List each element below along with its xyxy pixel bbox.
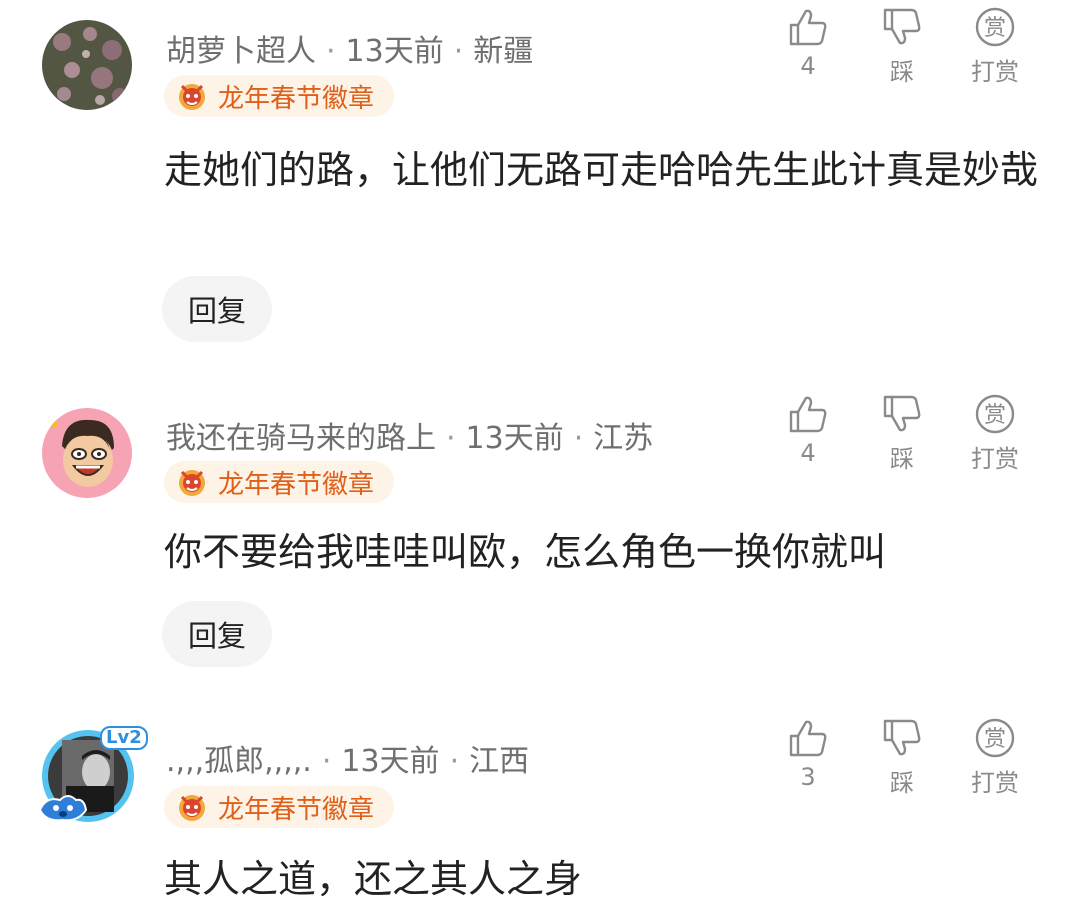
thumbs-down-icon bbox=[883, 719, 921, 756]
dislike-button[interactable]: 踩 bbox=[862, 717, 942, 798]
badge-label: 龙年春节徽章 bbox=[218, 794, 375, 825]
comment-text: 其人之道，还之其人之身 bbox=[164, 857, 583, 901]
reward-label: 打赏 bbox=[971, 769, 1019, 797]
comment-meta: .,,,孤郎,,,,. · 13天前 · 江西 bbox=[166, 744, 530, 779]
comment-item: Lv2 .,,,孤郎,,,,. · 13天前 · 江西 龙年春节徽章 其人之道，还之其人… bbox=[0, 0, 1080, 912]
like-count: 3 bbox=[800, 763, 816, 791]
dislike-label: 踩 bbox=[890, 769, 914, 797]
comment-time: 13天前 bbox=[341, 744, 440, 779]
level-badge: Lv2 bbox=[100, 726, 148, 750]
thumbs-up-icon bbox=[789, 720, 827, 757]
reward-button[interactable]: 赏 打赏 bbox=[955, 717, 1035, 798]
avatar[interactable]: Lv2 bbox=[38, 726, 148, 830]
reward-icon: 赏 bbox=[975, 718, 1015, 758]
dragon-year-badge[interactable]: 龙年春节徽章 bbox=[164, 786, 395, 828]
like-button[interactable]: 3 bbox=[768, 717, 848, 791]
username[interactable]: .,,,孤郎,,,,. bbox=[166, 744, 312, 779]
comment-location: 江西 bbox=[469, 744, 530, 779]
svg-text:赏: 赏 bbox=[984, 727, 1006, 752]
tiger-badge-icon bbox=[179, 795, 205, 821]
